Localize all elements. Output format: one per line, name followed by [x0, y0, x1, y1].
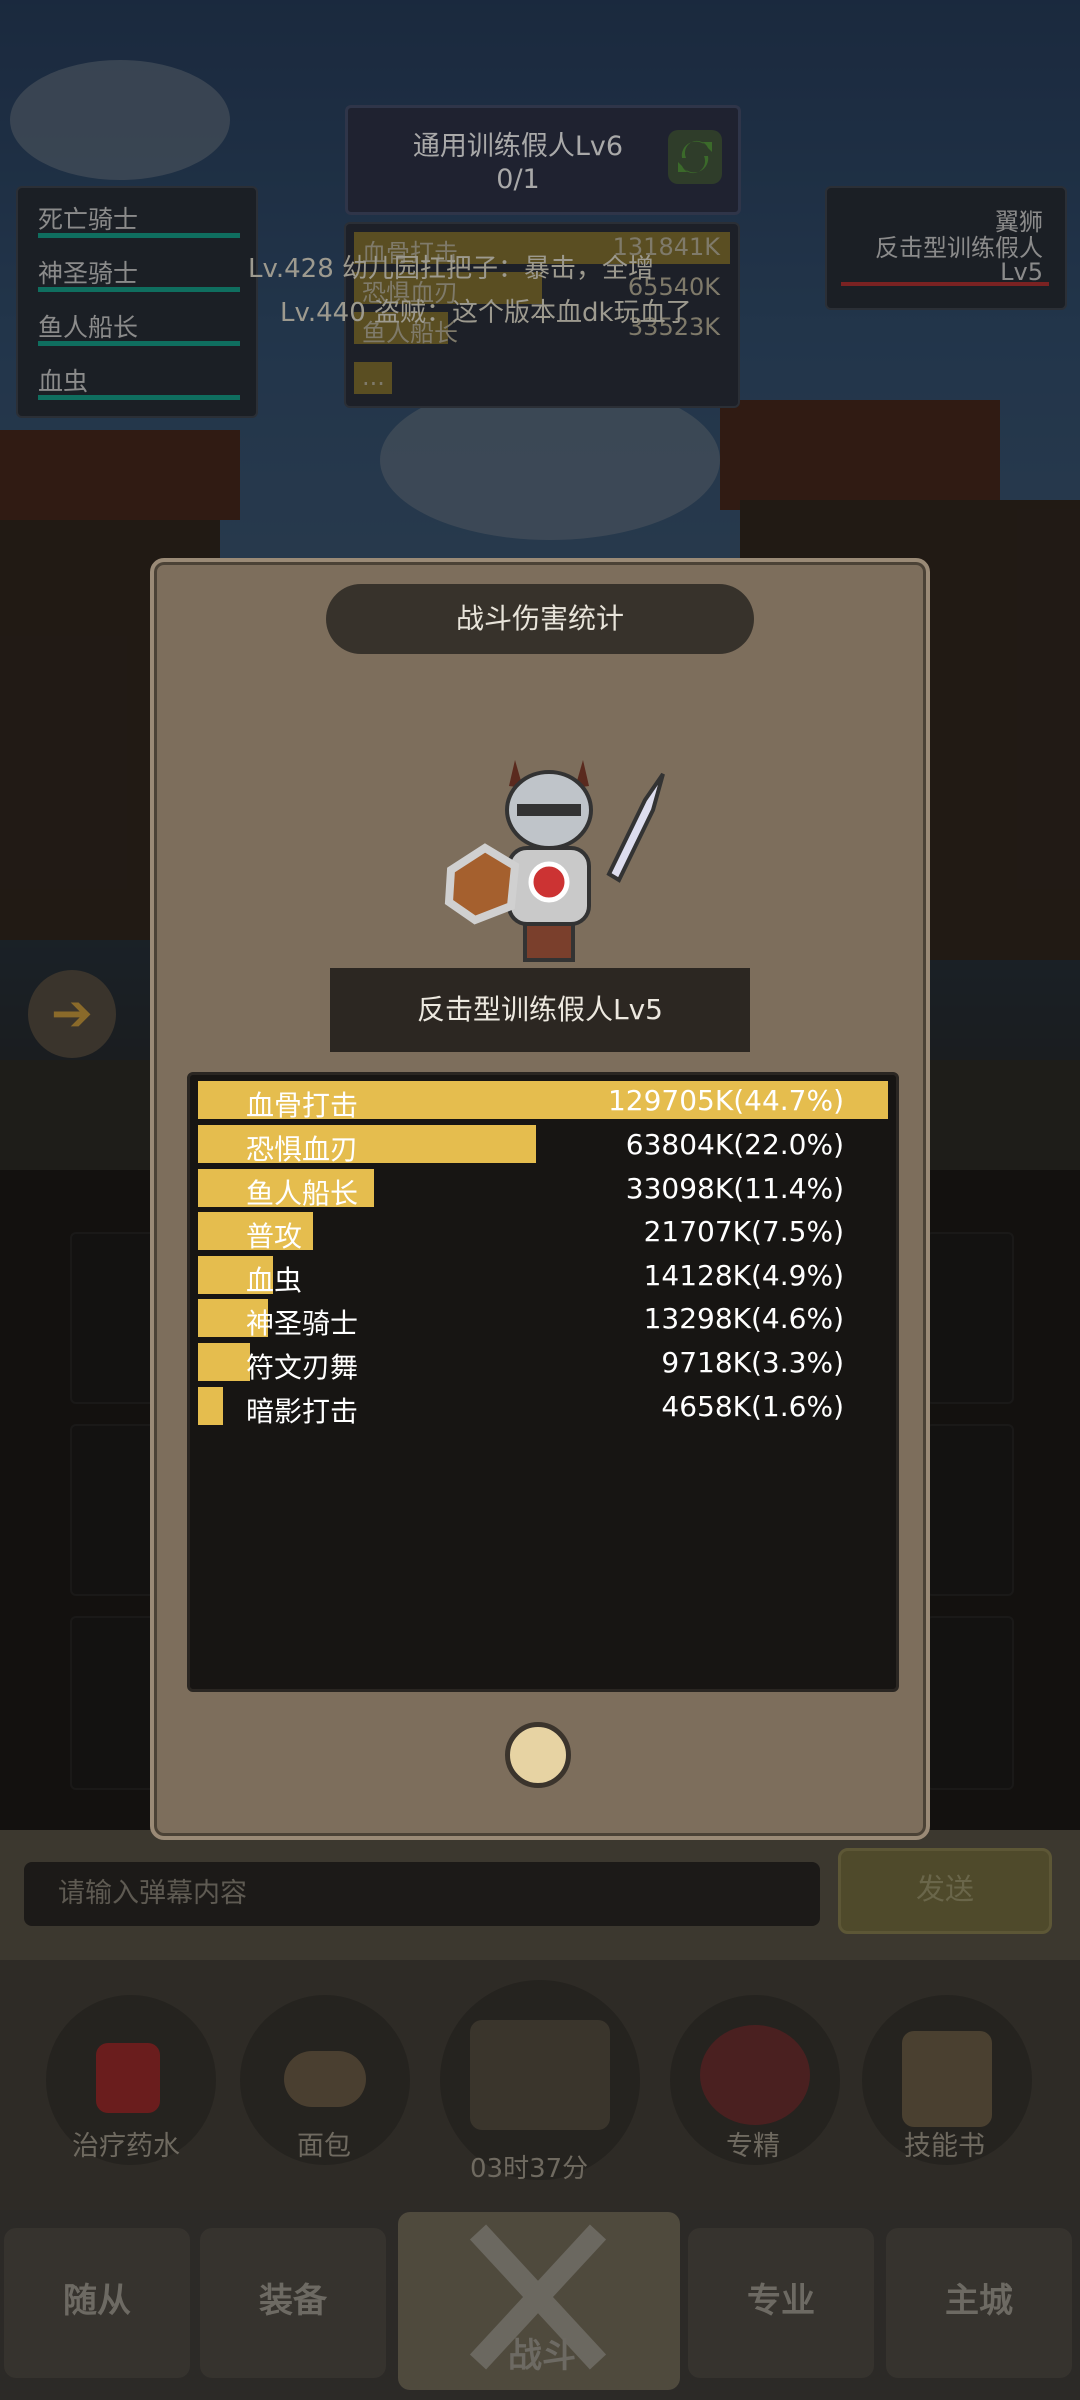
stat-name: 普攻 — [246, 1220, 303, 1253]
danmaku-message: Lv.428 幼儿园扛把子：暴击，全增 — [248, 254, 655, 284]
refresh-target-button[interactable] — [668, 130, 722, 184]
stat-row: 符文刃舞 9718K(3.3%) — [198, 1343, 888, 1384]
stat-name: 血虫 — [246, 1264, 303, 1297]
target-count: 0/1 — [496, 164, 540, 195]
nav-battle-label: 战斗 — [508, 2336, 576, 2376]
stat-row: 血虫 14128K(4.9%) — [198, 1256, 888, 1297]
nav-profession[interactable]: 专业 — [688, 2228, 874, 2378]
close-dialog-button[interactable] — [505, 1722, 571, 1788]
stat-row: 暗影打击 4658K(1.6%) — [198, 1387, 888, 1428]
stat-value: 63804K(22.0%) — [625, 1128, 844, 1161]
stat-value: 14128K(4.9%) — [643, 1259, 844, 1292]
stat-value: 13298K(4.6%) — [643, 1302, 844, 1335]
party-member[interactable]: 死亡骑士 — [18, 188, 256, 242]
bread-icon — [284, 2051, 366, 2107]
party-member-name: 死亡骑士 — [38, 205, 139, 234]
stat-bar — [198, 1343, 250, 1381]
target-name: 通用训练假人Lv6 — [412, 131, 624, 162]
party-member-hp-bar — [38, 341, 240, 346]
stat-value: 33098K(11.4%) — [625, 1172, 844, 1205]
party-member-name: 神圣骑士 — [38, 259, 139, 288]
back-button[interactable]: ➔ — [28, 970, 116, 1058]
target-name-plate: 反击型训练假人Lv5 — [330, 968, 750, 1052]
party-list: 死亡骑士 神圣骑士 鱼人船长 血虫 — [16, 186, 258, 418]
send-button[interactable]: 发送 — [838, 1848, 1052, 1934]
stat-row: 鱼人船长 33098K(11.4%) — [198, 1169, 888, 1210]
stat-row: 血骨打击 129705K(44.7%) — [198, 1081, 888, 1122]
party-member-hp-bar — [38, 395, 240, 400]
enemy-hp-bar — [841, 282, 1049, 286]
chest-timer: 03时37分 — [470, 2154, 589, 2184]
stat-row: 神圣骑士 13298K(4.6%) — [198, 1299, 888, 1340]
arrow-left-icon: ➔ — [51, 984, 93, 1042]
consumable-label: 治疗药水 — [72, 2131, 180, 2162]
training-dummy-icon — [444, 760, 665, 962]
party-member-name: 鱼人船长 — [38, 313, 139, 342]
stat-bar — [198, 1387, 223, 1425]
stat-value: 21707K(7.5%) — [643, 1215, 844, 1248]
party-member[interactable]: 血虫 — [18, 350, 256, 404]
stat-value: 4658K(1.6%) — [661, 1390, 844, 1423]
stat-value: 9718K(3.3%) — [661, 1346, 844, 1379]
target-panel: 通用训练假人Lv6 0/1 — [345, 105, 741, 215]
party-member-name: 血虫 — [38, 367, 89, 396]
nav-equipment[interactable]: 装备 — [200, 2228, 386, 2378]
refresh-icon — [678, 140, 712, 174]
potion-icon — [96, 2043, 160, 2113]
nav-followers[interactable]: 随从 — [4, 2228, 190, 2378]
danmaku-message: Lv.440 盗贼：这个版本血dk玩血了 — [280, 298, 692, 328]
stat-row: 普攻 21707K(7.5%) — [198, 1212, 888, 1253]
stat-name: 暗影打击 — [246, 1395, 359, 1428]
stat-name: 符文刃舞 — [246, 1351, 359, 1384]
danmaku-input[interactable]: 请输入弹幕内容 — [24, 1862, 820, 1926]
stat-name: 恐惧血刃 — [246, 1133, 359, 1166]
stat-name: 鱼人船长 — [246, 1177, 359, 1210]
party-member-hp-bar — [38, 287, 240, 292]
stat-value: 129705K(44.7%) — [607, 1084, 844, 1117]
nav-main-city[interactable]: 主城 — [886, 2228, 1072, 2378]
skillbook-icon — [902, 2031, 992, 2127]
stat-name: 神圣骑士 — [246, 1307, 359, 1340]
consumable-label: 技能书 — [904, 2131, 985, 2162]
damage-preview-row: ... — [354, 362, 730, 394]
dialog-title: 战斗伤害统计 — [326, 584, 754, 654]
damage-stats-panel: 血骨打击 129705K(44.7%) 恐惧血刃 63804K(22.0%) 鱼… — [187, 1072, 899, 1692]
damage-preview-label: ... — [362, 363, 385, 391]
stat-name: 血骨打击 — [246, 1089, 359, 1122]
enemy-panel[interactable]: 翼狮 反击型训练假人 Lv5 — [825, 186, 1067, 310]
stat-row: 恐惧血刃 63804K(22.0%) — [198, 1125, 888, 1166]
spec-icon — [700, 2025, 810, 2125]
party-member[interactable]: 鱼人船长 — [18, 296, 256, 350]
party-member[interactable]: 神圣骑士 — [18, 242, 256, 296]
consumable-label: 面包 — [297, 2131, 351, 2162]
party-member-hp-bar — [38, 233, 240, 238]
consumable-label: 专精 — [726, 2131, 780, 2162]
chest-icon — [470, 2020, 610, 2130]
